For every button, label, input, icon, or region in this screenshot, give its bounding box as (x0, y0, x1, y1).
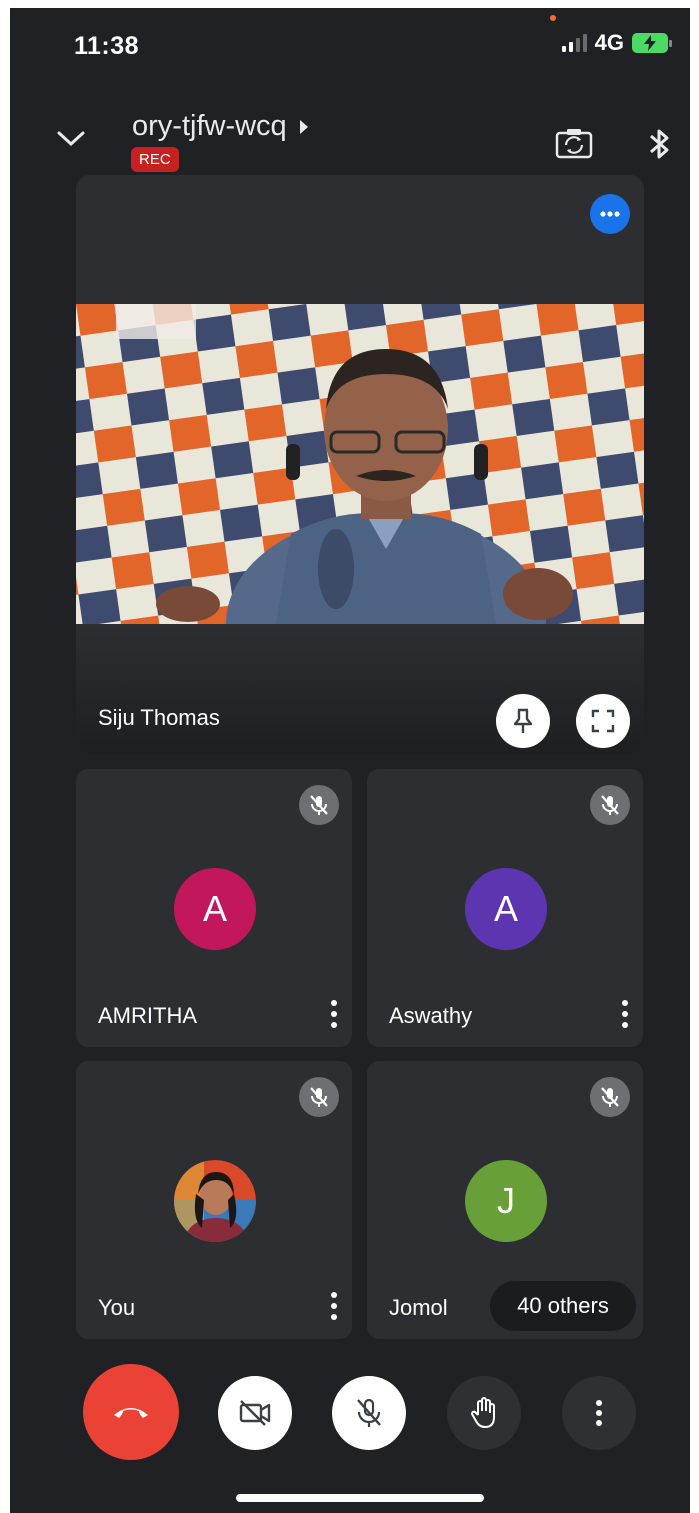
avatar: A (465, 868, 547, 950)
tile-shade (76, 624, 644, 755)
participant-tile[interactable]: J Jomol 40 others (367, 1061, 643, 1339)
avatar: J (465, 1160, 547, 1242)
more-vert-icon (596, 1400, 602, 1426)
fullscreen-icon[interactable] (576, 694, 630, 748)
mic-off-icon (357, 1398, 381, 1427)
network-type: 4G (594, 30, 624, 55)
more-vert-icon[interactable] (328, 1289, 340, 1323)
more-vert-icon[interactable] (619, 997, 631, 1031)
more-options-button[interactable] (562, 1376, 636, 1450)
chevron-down-icon[interactable] (56, 130, 86, 153)
meeting-code[interactable]: ory-tjfw-wcq (132, 110, 309, 143)
participant-name: Aswathy (389, 1003, 473, 1028)
raise-hand-icon (471, 1397, 495, 1428)
switch-camera-icon[interactable] (554, 126, 594, 165)
others-count-button[interactable]: 40 others (490, 1281, 636, 1331)
participant-tile[interactable]: A AMRITHA (76, 769, 352, 1047)
participant-name: Jomol (389, 1295, 448, 1320)
more-vert-icon[interactable] (328, 997, 340, 1031)
end-call-icon (114, 1408, 148, 1418)
speaker-video (76, 304, 644, 624)
home-indicator[interactable] (236, 1494, 484, 1502)
status-time: 11:38 (74, 32, 140, 60)
speaker-name: Siju Thomas (98, 705, 220, 730)
caret-right-icon (299, 119, 308, 134)
mic-off-icon (299, 785, 339, 825)
recording-indicator-dot (550, 15, 556, 21)
signal-icon (561, 34, 587, 52)
mic-off-icon (299, 1077, 339, 1117)
mic-toggle-button[interactable] (332, 1376, 406, 1450)
bluetooth-icon[interactable] (648, 126, 672, 167)
mic-off-icon (590, 1077, 630, 1117)
avatar-photo (174, 1160, 256, 1242)
meeting-code-text: ory-tjfw-wcq (132, 110, 287, 142)
avatar: A (174, 868, 256, 950)
main-speaker-tile[interactable]: Siju Thomas (76, 175, 644, 755)
end-call-button[interactable] (83, 1364, 179, 1460)
camera-toggle-button[interactable] (218, 1376, 292, 1450)
participant-tile-self[interactable]: You (76, 1061, 352, 1339)
pin-icon[interactable] (496, 694, 550, 748)
more-horiz-icon[interactable] (590, 194, 630, 234)
participant-name: AMRITHA (98, 1003, 197, 1028)
meet-call-screen: 11:38 4G ory-tjfw-wcq REC Siju Thomas A … (10, 8, 690, 1513)
camera-off-icon (239, 1400, 271, 1426)
raise-hand-button[interactable] (447, 1376, 521, 1450)
participant-tile[interactable]: A Aswathy (367, 769, 643, 1047)
status-indicators: 4G (561, 30, 672, 56)
mic-off-icon (590, 785, 630, 825)
rec-badge: REC (131, 147, 179, 172)
battery-charging-icon (632, 33, 672, 53)
participant-name: You (98, 1295, 136, 1320)
